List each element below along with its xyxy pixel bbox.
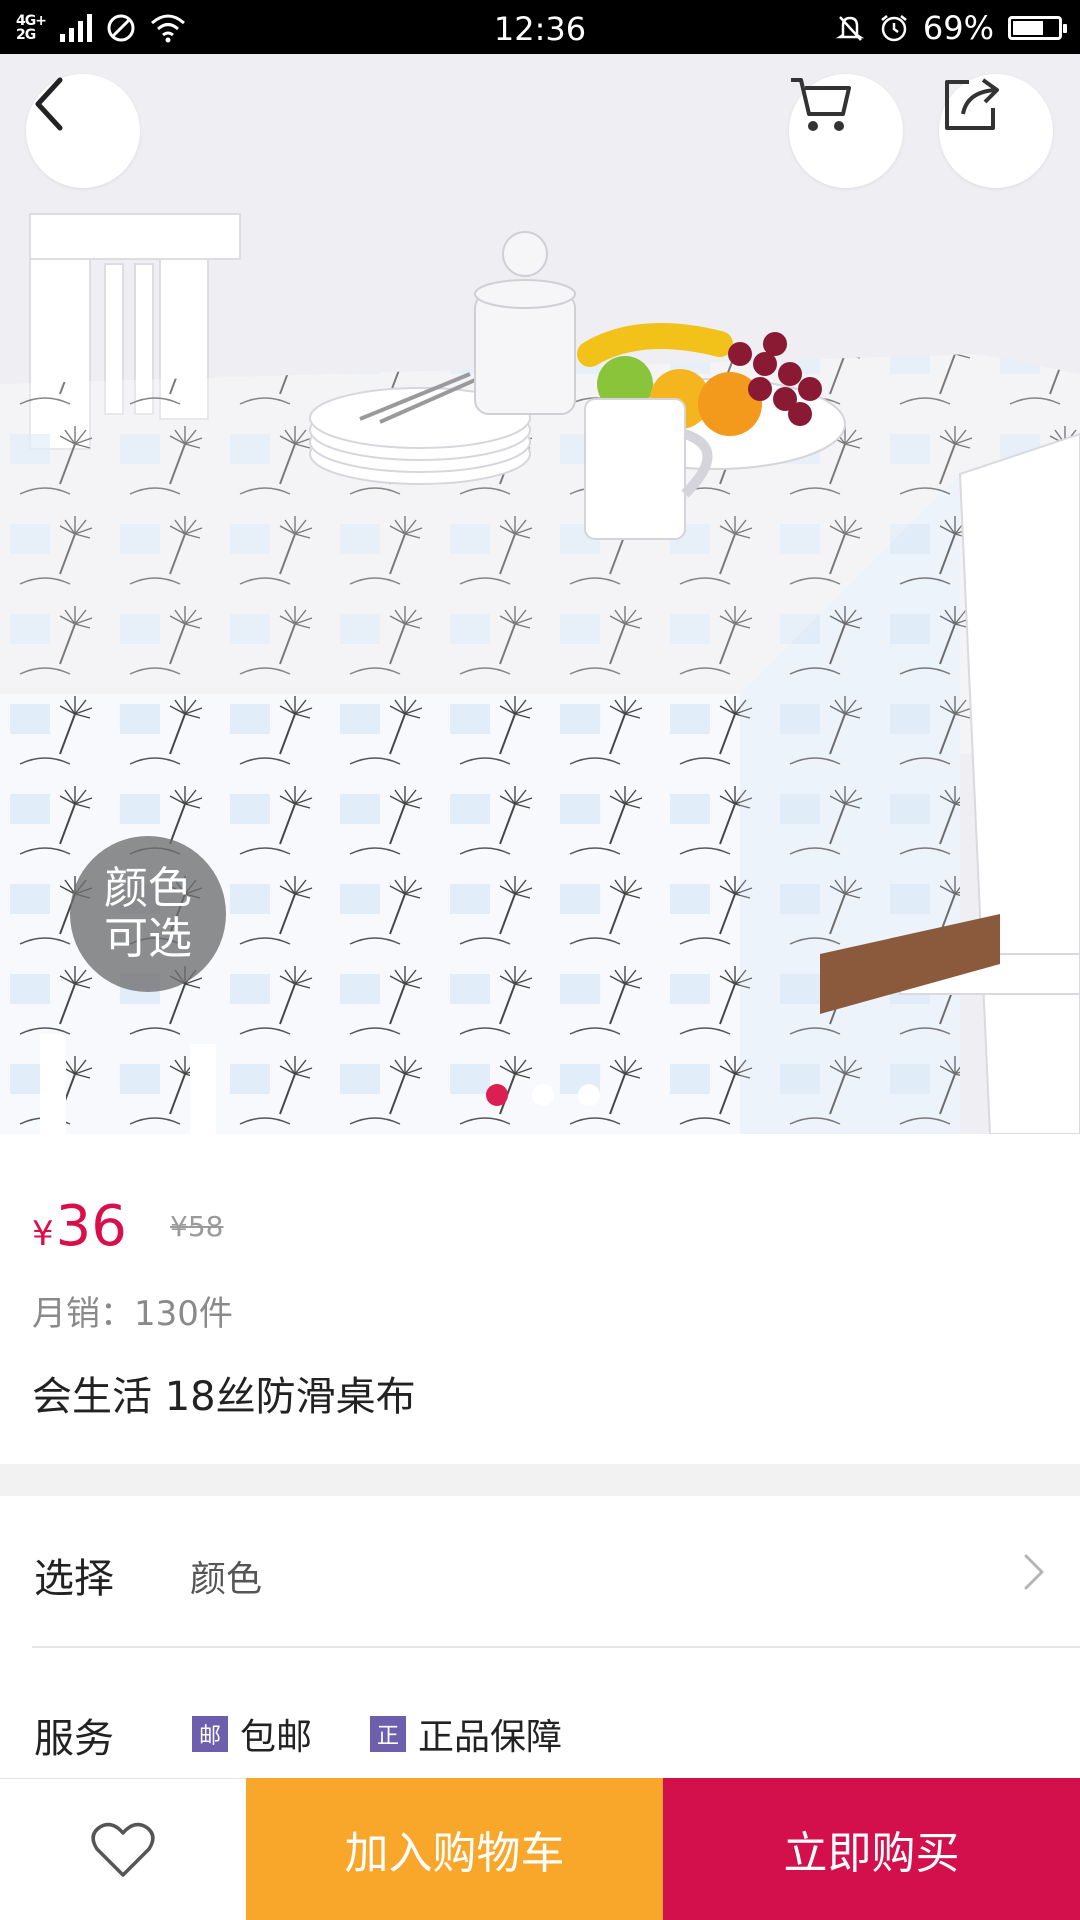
bottom-action-bar: 加入购物车 立即购买	[0, 1778, 1080, 1920]
price-value: 36	[55, 1194, 127, 1259]
current-price: ¥36	[32, 1194, 127, 1259]
back-icon	[35, 77, 63, 131]
currency-symbol: ¥	[32, 1214, 54, 1254]
service-row: 服务 邮 包邮 正 正品保障	[0, 1648, 1080, 1778]
service-item-free-shipping: 邮 包邮	[192, 1708, 312, 1760]
battery-icon	[1008, 16, 1067, 40]
service-label: 服务	[34, 1716, 114, 1762]
favorite-button[interactable]	[0, 1778, 246, 1920]
service-text: 包邮	[240, 1717, 313, 1758]
carousel-dot[interactable]	[486, 1084, 508, 1106]
carousel-dot[interactable]	[578, 1084, 600, 1106]
cart-icon	[791, 78, 851, 131]
original-price: ¥58	[170, 1210, 224, 1243]
add-to-cart-button[interactable]: 加入购物车	[246, 1778, 663, 1920]
product-title: 会生活 18丝防滑桌布	[32, 1374, 416, 1420]
service-tag: 邮	[192, 1716, 228, 1752]
share-button[interactable]	[939, 74, 1053, 188]
cart-button[interactable]	[789, 74, 903, 188]
share-icon	[945, 78, 999, 130]
carousel-dot[interactable]	[532, 1084, 554, 1106]
select-option-row[interactable]: 选择 颜色	[0, 1496, 1080, 1646]
carousel-indicator	[486, 1084, 600, 1106]
heart-icon	[91, 1822, 155, 1877]
battery-percent: 69%	[922, 9, 994, 47]
product-info: ¥36 ¥58 月销：130件 会生活 18丝防滑桌布	[0, 1134, 1080, 1464]
monthly-sales: 月销：130件	[32, 1294, 233, 1334]
buy-now-button[interactable]: 立即购买	[663, 1778, 1080, 1920]
status-bar: 4G+ 2G 12:36 69%	[0, 0, 1080, 54]
service-tag: 正	[370, 1716, 406, 1752]
select-label: 选择	[34, 1556, 114, 1602]
service-item-authentic: 正 正品保障	[370, 1708, 562, 1760]
battery-level	[1013, 21, 1043, 35]
section-divider	[0, 1464, 1080, 1496]
color-options-badge: 颜色 可选	[70, 836, 226, 992]
chevron-right-icon	[1024, 1554, 1044, 1590]
service-text: 正品保障	[418, 1717, 563, 1758]
silent-bell-icon	[835, 16, 865, 41]
alarm-icon	[881, 15, 907, 42]
select-value: 颜色	[190, 1559, 263, 1600]
product-image-carousel[interactable]: 颜色 可选	[0, 54, 1080, 1134]
back-button[interactable]	[26, 74, 140, 188]
